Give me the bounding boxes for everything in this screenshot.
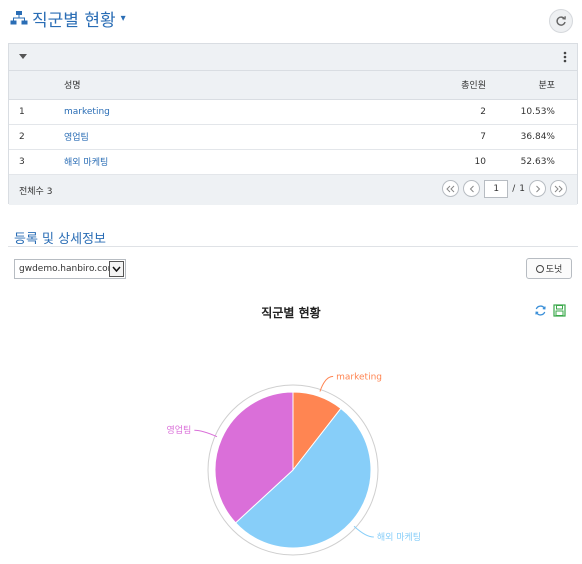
pie-leader-line — [353, 525, 374, 538]
pie-label: 영업팀 — [166, 424, 191, 436]
pie-chart: marketing 영업팀해외 마케팅 — [166, 372, 421, 556]
pie-label: marketing — [336, 372, 382, 382]
pie-label: 해외 마케팅 — [377, 531, 421, 543]
pie-leader-line — [194, 429, 218, 438]
pie-leader-line — [319, 375, 334, 392]
